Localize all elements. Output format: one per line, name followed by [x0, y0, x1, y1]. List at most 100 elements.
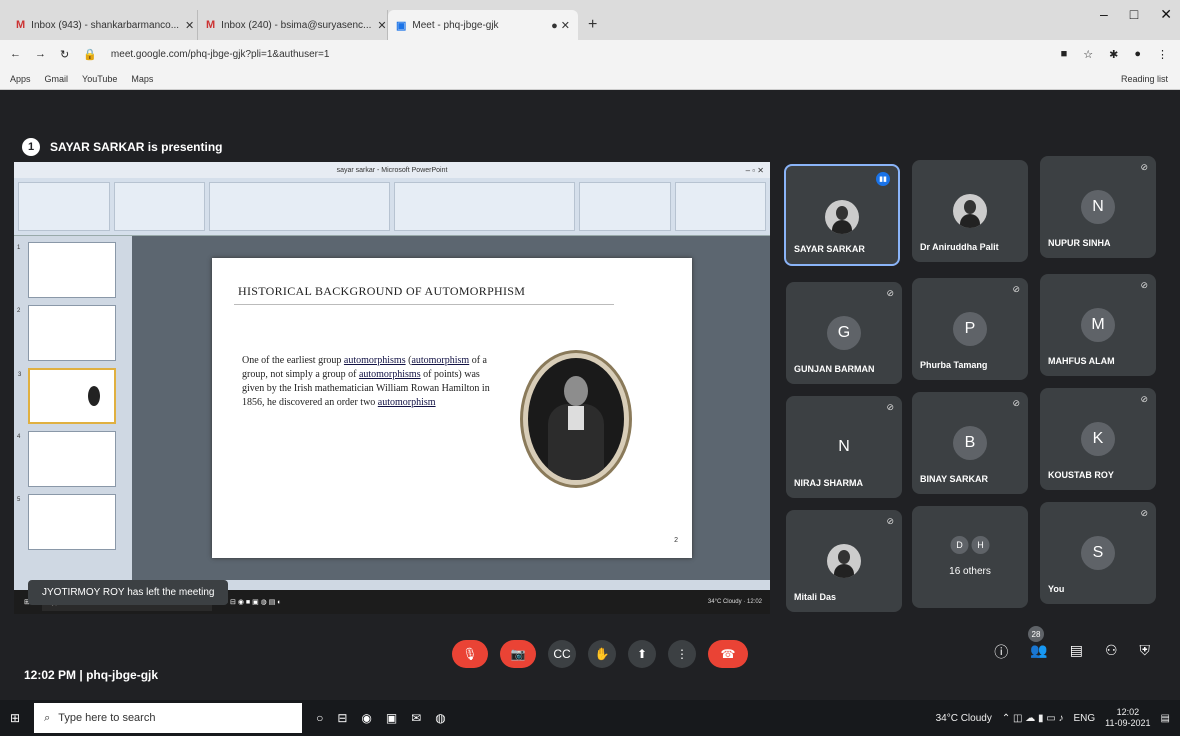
back-icon[interactable]: ← [10, 48, 21, 60]
language[interactable]: ENG [1074, 713, 1096, 724]
system-tray: 34°C Cloudy ⌃ ◫ ☁ ▮ ▭ ♪ ENG 12:02 11-09-… [936, 707, 1180, 729]
close-window-icon[interactable]: ✕ [1160, 6, 1172, 23]
minimize-icon[interactable]: – [1100, 6, 1108, 23]
camera-toggle-button[interactable]: 📷 [500, 640, 536, 668]
bookmark-youtube[interactable]: YouTube [82, 74, 117, 84]
avatar: K [1081, 422, 1115, 456]
others-avatars: DH [950, 536, 990, 554]
powerpoint-title: sayar sarkar - Microsoft PowerPoint [336, 166, 448, 174]
menu-icon[interactable]: ⋮ [1157, 48, 1168, 61]
screen: M Inbox (943) - shankarbarmanco... ✕ M I… [0, 0, 1180, 736]
tab-gmail-1[interactable]: M Inbox (943) - shankarbarmanco... ✕ [8, 10, 198, 40]
notifications-icon[interactable]: ▤ [1161, 713, 1170, 724]
participant-name: NUPUR SINHA [1048, 238, 1111, 248]
new-tab-button[interactable]: + [578, 16, 607, 40]
clock[interactable]: 12:02 11-09-2021 [1105, 707, 1150, 729]
participant-tile[interactable]: P ⊘ Phurba Tamang [912, 278, 1028, 380]
url-field[interactable]: meet.google.com/phq-jbge-gjk?pli=1&authu… [111, 49, 329, 60]
avatar [827, 544, 861, 578]
mic-off-icon: ⊘ [1012, 284, 1020, 294]
presenter-tray: 34°C Cloudy · 12:02 [707, 599, 762, 605]
bookmark-maps[interactable]: Maps [131, 74, 153, 84]
star-icon[interactable]: ☆ [1083, 48, 1093, 61]
reload-icon[interactable]: ↻ [60, 48, 69, 61]
taskbar-search[interactable]: ⌕ Type here to search [34, 703, 303, 733]
captions-button[interactable]: CC [548, 640, 576, 668]
slide-number: 2 [674, 537, 678, 544]
mail-icon[interactable]: ✉ [411, 711, 421, 725]
avatar: B [953, 426, 987, 460]
tray-icons[interactable]: ⌃ ◫ ☁ ▮ ▭ ♪ [1002, 713, 1064, 724]
mic-off-icon: ⊘ [886, 516, 894, 526]
slide-title: HISTORICAL BACKGROUND OF AUTOMORPHISM [238, 284, 526, 298]
host-controls-icon[interactable]: ⛨ [1140, 642, 1151, 662]
meet-window: 1 SAYAR SARKAR is presenting sayar sarka… [0, 90, 1180, 700]
tab-meet[interactable]: ▣ Meet - phq-jbge-gjk ● ✕ [388, 10, 578, 40]
ribbon-group [674, 182, 766, 231]
participant-name: Dr Aniruddha Palit [920, 242, 999, 252]
participant-name: NIRAJ SHARMA [794, 478, 864, 488]
avatar: S [1081, 536, 1115, 570]
powerpoint-titlebar: sayar sarkar - Microsoft PowerPoint – ▫ … [14, 162, 770, 178]
others-tile[interactable]: DH 16 others [912, 506, 1028, 608]
extensions-icon[interactable]: ✱ [1109, 48, 1118, 61]
taskbar-app-icon[interactable]: ◍ [435, 711, 445, 725]
participant-tile[interactable]: K ⊘ KOUSTAB ROY [1040, 388, 1156, 490]
maximize-icon[interactable]: □ [1130, 6, 1138, 23]
present-button[interactable]: ⬆ [628, 640, 656, 668]
self-tile[interactable]: S ⊘ You [1040, 502, 1156, 604]
tab-label: Inbox (943) - shankarbarmanco... [31, 19, 180, 31]
windows-icon[interactable]: ⊞ [10, 711, 20, 725]
slide-thumbnail: 4 [17, 431, 116, 487]
bookmark-apps[interactable]: Apps [10, 74, 31, 84]
avatar: M [1081, 308, 1115, 342]
slide-thumbnail: 5 [17, 494, 116, 550]
file-explorer-icon[interactable]: ▣ [386, 711, 397, 725]
avatar [953, 194, 987, 228]
avatar: G [827, 316, 861, 350]
camera-icon[interactable]: ■ [1061, 48, 1068, 60]
forward-icon[interactable]: → [35, 48, 46, 60]
mic-toggle-button[interactable]: 🎙 [452, 640, 488, 668]
taskbar-icons: ○ ⊟ ◉ ■ ▣ ◍ ▤ ◐ [223, 599, 282, 606]
avatar: P [953, 312, 987, 346]
chrome-icon[interactable]: ◉ [361, 711, 371, 725]
avatar: N [1081, 190, 1115, 224]
participant-tile[interactable]: M ⊘ MAHFUS ALAM [1040, 274, 1156, 376]
ribbon-group [579, 182, 671, 231]
participant-tile[interactable]: N ⊘ NUPUR SINHA [1040, 156, 1156, 258]
activities-icon[interactable]: ⚇ [1105, 642, 1118, 662]
lock-icon: 🔒 [83, 48, 97, 61]
participant-name: GUNJAN BARMAN [794, 364, 875, 374]
chat-icon[interactable]: ▤ [1070, 642, 1083, 662]
mic-off-icon: ⊘ [1140, 394, 1148, 404]
ribbon-group [209, 182, 390, 231]
tab-gmail-2[interactable]: M Inbox (240) - bsima@suryasenc... ✕ [198, 10, 388, 40]
task-view-icon[interactable]: ○ [316, 711, 323, 725]
close-icon[interactable]: ✕ [185, 19, 194, 32]
bookmark-gmail[interactable]: Gmail [45, 74, 69, 84]
ribbon-group [394, 182, 575, 231]
browser-tab-bar: M Inbox (943) - shankarbarmanco... ✕ M I… [0, 0, 1180, 40]
reading-list-button[interactable]: Reading list [1121, 74, 1180, 84]
weather[interactable]: 34°C Cloudy [936, 713, 992, 724]
more-options-button[interactable]: ⋮ [668, 640, 696, 668]
close-icon[interactable]: ✕ [377, 19, 386, 32]
participant-tile[interactable]: N ⊘ NIRAJ SHARMA [786, 396, 902, 498]
hang-up-button[interactable]: ☎ [708, 640, 748, 668]
window-controls: – ▫ ✕ [745, 165, 764, 175]
profile-icon[interactable]: ● [1134, 48, 1141, 60]
info-icon[interactable]: ⓘ [994, 642, 1008, 662]
participant-tile[interactable]: ▮▮ SAYAR SARKAR [784, 164, 900, 266]
mic-off-icon: ⊘ [1140, 162, 1148, 172]
participant-tile[interactable]: Dr Aniruddha Palit [912, 160, 1028, 262]
people-icon[interactable]: 👥 [1030, 642, 1047, 662]
participant-tile[interactable]: B ⊘ BINAY SARKAR [912, 392, 1028, 494]
avatar [825, 200, 859, 234]
raise-hand-button[interactable]: ✋ [588, 640, 616, 668]
participant-tile[interactable]: G ⊘ GUNJAN BARMAN [786, 282, 902, 384]
close-icon[interactable]: ● ✕ [551, 19, 570, 32]
taskbar-app-icon[interactable]: ⊟ [337, 711, 347, 725]
slide-thumbnail: 2 [17, 305, 116, 361]
participant-tile[interactable]: ⊘ Mitali Das [786, 510, 902, 612]
